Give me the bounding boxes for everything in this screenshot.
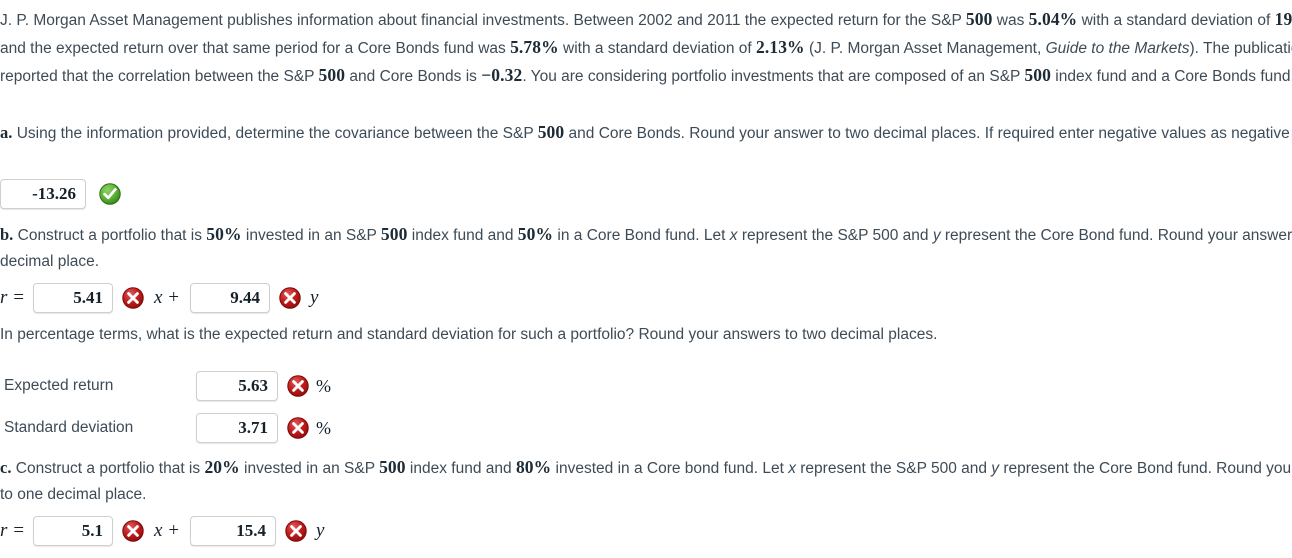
quiz-page: J. P. Morgan Asset Management publishes … (0, 0, 1292, 558)
part-b-prompt: b. Construct a portfolio that is 50% inv… (0, 221, 1292, 275)
expected-return-unit: % (316, 375, 331, 396)
standard-deviation-label: Standard deviation (4, 419, 134, 436)
part-a-text: Using the information provided, determin… (16, 122, 1292, 142)
percentage-prompt: In percentage terms, what is the expecte… (0, 326, 938, 343)
part-b-equation-row: r = 5.41 x + 9.44 y (0, 281, 318, 315)
problem-statement: J. P. Morgan Asset Management publishes … (0, 9, 1292, 86)
part-b-equation-lhs: r = (0, 287, 25, 308)
standard-deviation-unit: % (316, 417, 331, 438)
part-b-x-coefficient-input[interactable]: 5.41 (32, 283, 113, 313)
part-c-equation-row: r = 5.1 x + 15.4 y (0, 514, 324, 548)
part-b-label: b. (0, 225, 14, 244)
part-b-equation-operator: x + (153, 287, 180, 308)
part-c-equation-operator: x + (153, 520, 180, 541)
part-c-y-coefficient-input[interactable]: 15.4 (189, 516, 276, 546)
standard-deviation-row: Standard deviation 3.71 % (0, 411, 331, 445)
green-check-circle-icon (99, 183, 121, 205)
part-a-prompt: a. Using the information provided, deter… (0, 119, 1292, 147)
red-x-circle-icon (287, 375, 309, 397)
expected-return-row: Expected return 5.63 % (0, 369, 331, 403)
part-c-x-coefficient-input[interactable]: 5.1 (32, 516, 113, 546)
standard-deviation-input[interactable]: 3.71 (196, 413, 278, 443)
part-c-prompt: c. Construct a portfolio that is 20% inv… (0, 454, 1292, 508)
part-a-answer-input[interactable]: -13.26 (0, 179, 86, 209)
part-c-equation-tail: y (315, 520, 325, 541)
part-c-label: c. (0, 458, 12, 477)
part-b-equation-tail: y (309, 287, 319, 308)
part-c-text: Construct a portfolio that is 20% invest… (0, 457, 1292, 504)
expected-return-input[interactable]: 5.63 (196, 371, 278, 401)
part-c-equation-lhs: r = (0, 520, 25, 541)
red-x-circle-icon (279, 287, 301, 309)
part-b-text: Construct a portfolio that is 50% invest… (0, 224, 1292, 271)
expected-return-label: Expected return (4, 377, 114, 394)
red-x-circle-icon (122, 520, 144, 542)
part-b-y-coefficient-input[interactable]: 9.44 (189, 283, 270, 313)
red-x-circle-icon (285, 520, 307, 542)
red-x-circle-icon (122, 287, 144, 309)
part-a-answer-row: -13.26 (0, 177, 121, 211)
part-a-label: a. (0, 123, 13, 142)
red-x-circle-icon (287, 417, 309, 439)
